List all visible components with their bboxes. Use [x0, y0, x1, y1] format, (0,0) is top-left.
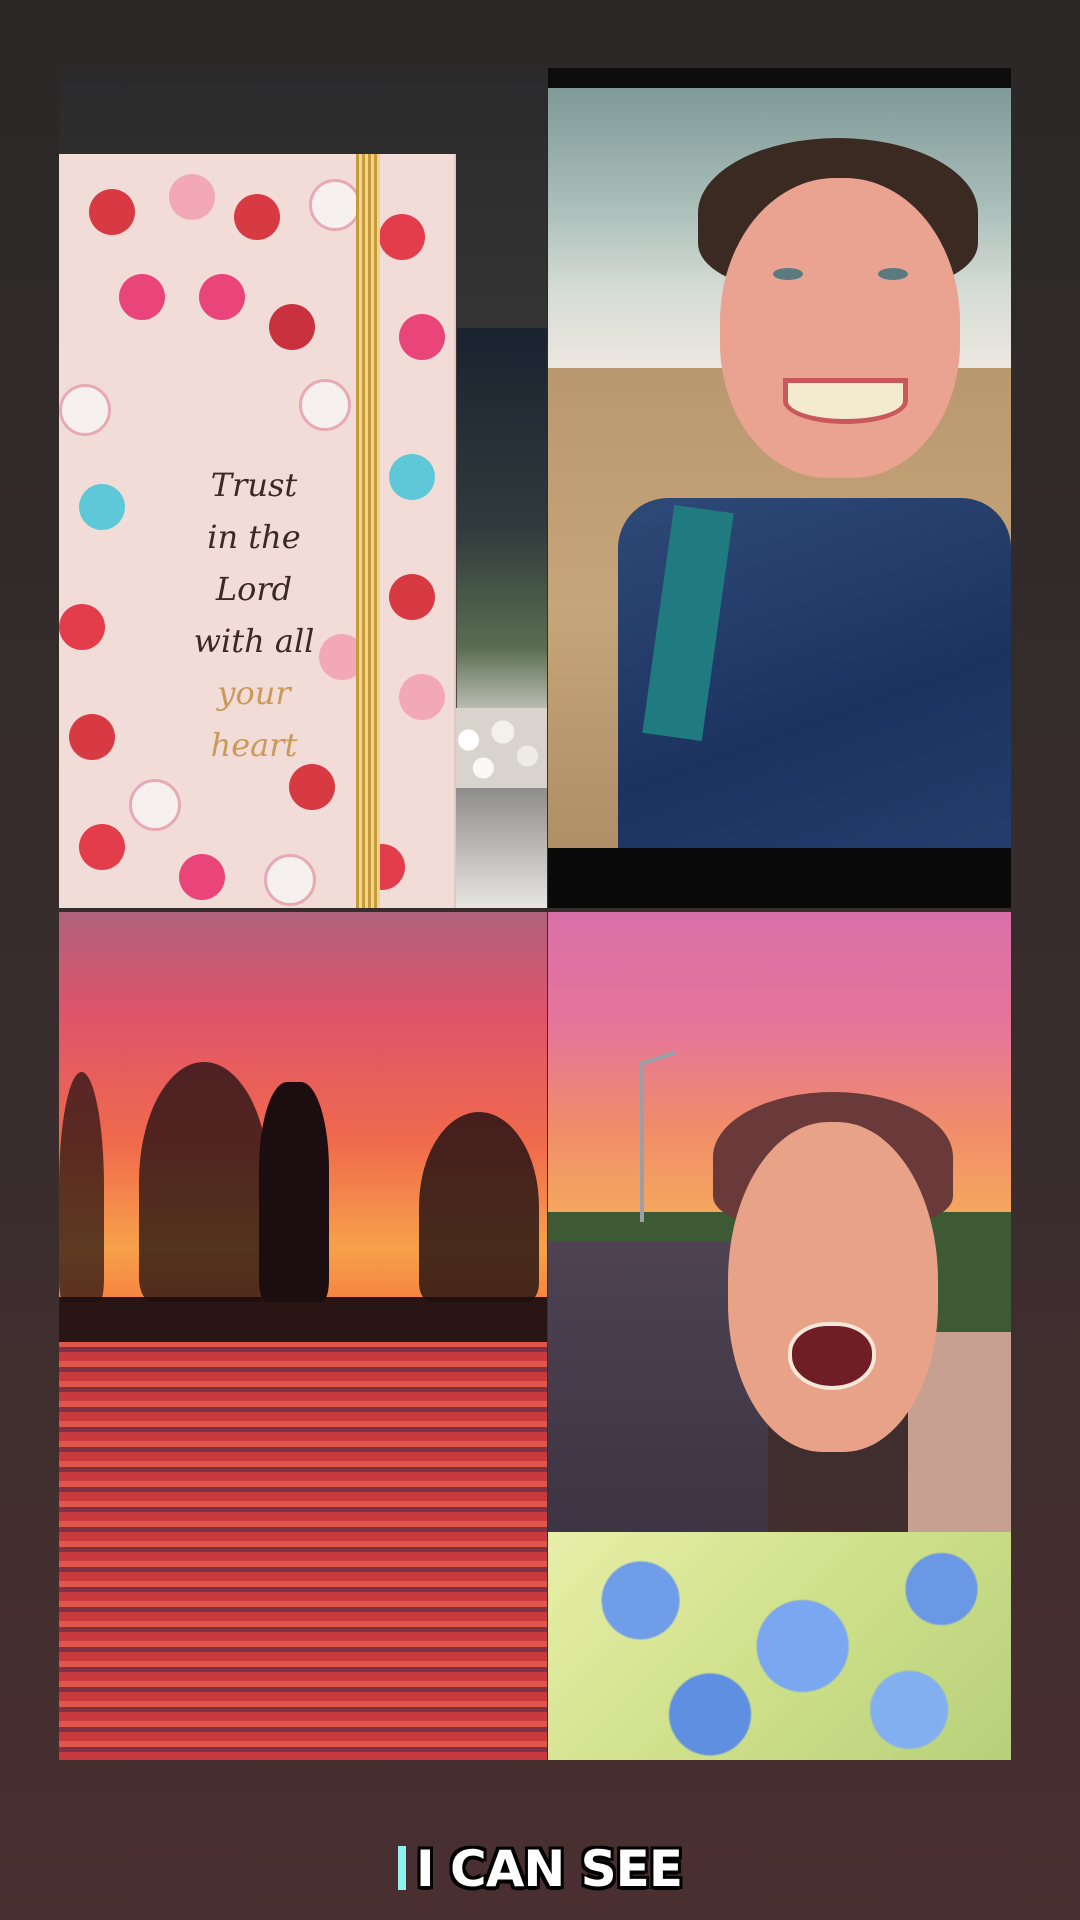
verse-line: Lord — [215, 570, 293, 608]
lake-reflection — [59, 1332, 547, 1760]
pearl-decoration — [449, 708, 547, 788]
verse-line: heart — [210, 726, 298, 764]
floral-shirt — [548, 1532, 1011, 1760]
tree-silhouette — [419, 1112, 539, 1302]
card-verse-text: Trust in the Lord with all your heart — [154, 459, 354, 771]
tree-silhouette — [259, 1082, 329, 1302]
letterbox-bar — [548, 848, 1011, 908]
sunset-lake-tile — [59, 912, 547, 1760]
face — [720, 178, 960, 478]
floral-card: Trust in the Lord with all your heart — [59, 154, 456, 908]
caption-label: I CAN SEE — [416, 1840, 683, 1898]
tree-silhouette — [59, 1072, 104, 1302]
face — [728, 1122, 938, 1452]
caption-text: I CAN SEE — [398, 1840, 683, 1898]
tree-silhouette — [139, 1062, 269, 1302]
beach-selfie-tile — [548, 68, 1011, 908]
verse-line: with all — [193, 622, 315, 660]
verse-line: Trust — [210, 466, 298, 504]
subtitle-caption: I CAN SEE — [0, 1840, 1080, 1898]
street-selfie-tile — [548, 912, 1011, 1760]
card-photo-tile: Trust in the Lord with all your heart — [59, 68, 547, 908]
shoreline — [59, 1297, 547, 1342]
verse-line: your — [217, 674, 291, 712]
gold-ribbon-band — [356, 154, 380, 908]
street-lamp — [640, 1062, 644, 1222]
framed-photo — [457, 328, 547, 728]
verse-line: in the — [207, 518, 301, 556]
caption-accent-bar — [398, 1846, 406, 1890]
